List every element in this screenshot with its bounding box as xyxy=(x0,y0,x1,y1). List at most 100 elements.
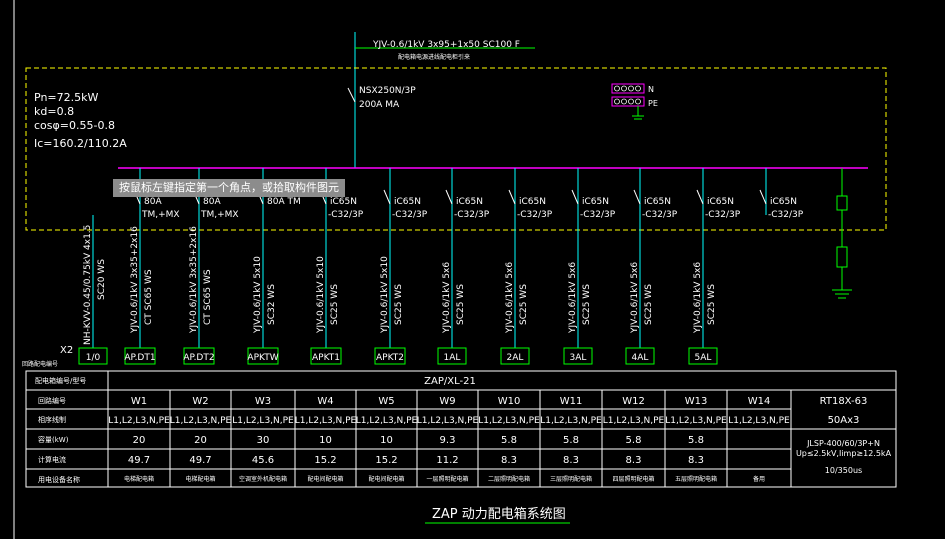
feeders: NH-KVV-0.45/0.75kV 4x1.5 SC20 WS 1/0 80A TM,… xyxy=(78,168,804,365)
main-breaker-symbol xyxy=(347,87,356,103)
breaker-symbol xyxy=(759,189,767,205)
table-phase: L1,L2,L3,N,PE xyxy=(417,416,479,426)
table-current: 15.2 xyxy=(314,455,336,466)
table-phase: L1,L2,L3,N,PE xyxy=(356,416,418,426)
cad-canvas[interactable]: YJV-0.6/1kV 3x95+1x50 SC100 F 配电箱电源进线配电柜… xyxy=(0,0,945,539)
breaker-symbol xyxy=(383,189,391,205)
table-device-name: 备用 xyxy=(753,475,765,483)
breaker-setting: -C32/3P xyxy=(705,210,741,220)
table-row-header: 计算电流 xyxy=(38,455,66,464)
table-device-name: 配电间配电箱 xyxy=(307,475,343,483)
table-device-name: 二层照明配电箱 xyxy=(488,475,530,483)
table-capacity: 5.8 xyxy=(501,435,517,446)
box-label: 4AL xyxy=(632,353,649,363)
box-label: AP.DT2 xyxy=(183,353,214,363)
table-current: 8.3 xyxy=(626,455,642,466)
feeder-9: iC65N -C32/3P YJV-0.6/1kV 5x6 SC25 WS 3AL xyxy=(563,168,616,365)
table-phase: L1,L2,L3,N,PE xyxy=(170,416,232,426)
feeder-3: 80A TM,+MXYJV-0.6/1kV 3x35+2x16 CT SC65 WS… xyxy=(183,168,239,365)
breaker-label: iC65N xyxy=(582,197,609,207)
breaker-setting: -C32/3P xyxy=(328,210,364,220)
feeder-4: 80A TM YJV-0.6/1kV 5x10 SC32 WS APKTW xyxy=(247,168,301,365)
cable-spec: YJV-0.6/1kV 5x10 xyxy=(380,256,390,334)
table-current: 8.3 xyxy=(501,455,517,466)
table-capacity: 10 xyxy=(319,435,332,446)
table-column-header: W11 xyxy=(560,396,583,407)
breaker-setting: -C32/3P xyxy=(642,210,678,220)
table-capacity: 30 xyxy=(257,435,270,446)
table-row-header: 回路编号 xyxy=(38,396,66,405)
table-device-name: 三层照明配电箱 xyxy=(550,475,592,483)
param-cos: cosφ=0.55-0.8 xyxy=(34,119,115,132)
breaker-setting: -C32/3P xyxy=(768,210,804,220)
table-column-header: W12 xyxy=(622,396,645,407)
breaker-setting: -C32/3P xyxy=(580,210,616,220)
breaker-setting: -C32/3P xyxy=(392,210,428,220)
table-current: 45.6 xyxy=(252,455,274,466)
incoming-note: 配电箱电源进线配电柜引来 xyxy=(398,53,470,61)
feeder-6: iC65N -C32/3P YJV-0.6/1kV 5x10 SC25 WS APKT2 xyxy=(374,168,428,365)
conduit-spec: SC25 WS xyxy=(644,284,654,325)
breaker-label: iC65N xyxy=(330,197,357,207)
table-capacity: 20 xyxy=(194,435,207,446)
param-ic: Ic=160.2/110.2A xyxy=(34,137,127,150)
n-label: N xyxy=(648,85,654,94)
table-current: 49.7 xyxy=(128,455,150,466)
conduit-spec: SC32 WS xyxy=(267,284,277,325)
conduit-spec: SC25 WS xyxy=(582,284,592,325)
table-right-waveform: 10/350us xyxy=(825,466,862,475)
breaker-label: iC65N xyxy=(394,197,421,207)
table-device-name: 四层照明配电箱 xyxy=(612,475,654,483)
table-current: 49.7 xyxy=(189,455,211,466)
breaker-label: iC65N xyxy=(707,197,734,207)
table-capacity: 5.8 xyxy=(563,435,579,446)
conduit-spec: CT SC65 WS xyxy=(144,269,154,325)
breaker-symbol xyxy=(696,189,704,205)
box-label: APKTW xyxy=(247,353,278,363)
breaker-setting: -C32/3P xyxy=(517,210,553,220)
feeder-2: 80A TM,+MXYJV-0.6/1kV 3x35+2x16 CT SC65 WS… xyxy=(124,168,180,365)
incoming-cable: YJV-0.6/1kV 3x95+1x50 SC100 F xyxy=(372,40,520,50)
load-table: 回路配电编号配电箱编号/型号 ZAP/XL-21 回路编号相序线制容量(kW) 计算电… xyxy=(22,360,897,488)
conduit-spec: CT SC65 WS xyxy=(203,269,213,325)
table-left-top: 回路配电编号 xyxy=(22,360,58,368)
cable-spec: YJV-0.6/1kV 5x10 xyxy=(253,256,263,334)
table-phase: L1,L2,L3,N,PE xyxy=(603,416,665,426)
feeder-5: iC65N -C32/3P YJV-0.6/1kV 5x10 SC25 WS APKT1 xyxy=(310,168,364,365)
breaker-label: iC65N xyxy=(644,197,671,207)
table-device-name: 空调室外机配电箱 xyxy=(239,475,287,483)
table-device-name: 配电间配电箱 xyxy=(368,475,404,483)
feeder-1: NH-KVV-0.45/0.75kV 4x1.5 SC20 WS 1/0 xyxy=(78,215,108,365)
cable-spec: YJV-0.6/1kV 3x35+2x16 xyxy=(130,226,140,334)
table-row-header: 容量(kW) xyxy=(38,435,69,444)
feeder-8: iC65N -C32/3P YJV-0.6/1kV 5x6 SC25 WS 2AL xyxy=(500,168,553,365)
cable-spec: YJV-0.6/1kV 5x6 xyxy=(630,262,640,334)
table-column-header: W13 xyxy=(685,396,708,407)
breaker-label: iC65N xyxy=(770,197,797,207)
table-column-header: W10 xyxy=(498,396,521,407)
spd-fuse xyxy=(836,195,848,211)
cable-spec: NH-KVV-0.45/0.75kV 4x1.5 xyxy=(83,225,93,345)
box-label: 2AL xyxy=(507,353,524,363)
pe-terminal-bar xyxy=(611,96,645,107)
cable-spec: YJV-0.6/1kV 5x6 xyxy=(505,262,515,334)
table-column-header: W9 xyxy=(439,396,455,407)
table-column-header: W5 xyxy=(378,396,394,407)
cable-spec: YJV-0.6/1kV 3x35+2x16 xyxy=(189,226,199,334)
table-capacity: 5.8 xyxy=(688,435,704,446)
table-phase: L1,L2,L3,N,PE xyxy=(665,416,727,426)
table-right-fuse: RT18X-63 xyxy=(820,396,868,407)
table-current: 11.2 xyxy=(436,455,458,466)
conduit-spec: SC25 WS xyxy=(456,284,466,325)
breaker-label: iC65N xyxy=(519,197,546,207)
breaker-symbol xyxy=(633,189,641,205)
table-capacity: 10 xyxy=(380,435,393,446)
feeder-12: iC65N -C32/3P xyxy=(759,168,804,220)
table-current: 15.2 xyxy=(375,455,397,466)
box-label: 5AL xyxy=(695,353,712,363)
table-phase: L1,L2,L3,N,PE xyxy=(540,416,602,426)
feeder-11: iC65N -C32/3P YJV-0.6/1kV 5x6 SC25 WS 5AL xyxy=(688,168,741,365)
table-box-label: 配电箱编号/型号 xyxy=(35,376,86,385)
conduit-spec: SC25 WS xyxy=(519,284,529,325)
breaker-setting: TM,+MX xyxy=(200,210,239,220)
